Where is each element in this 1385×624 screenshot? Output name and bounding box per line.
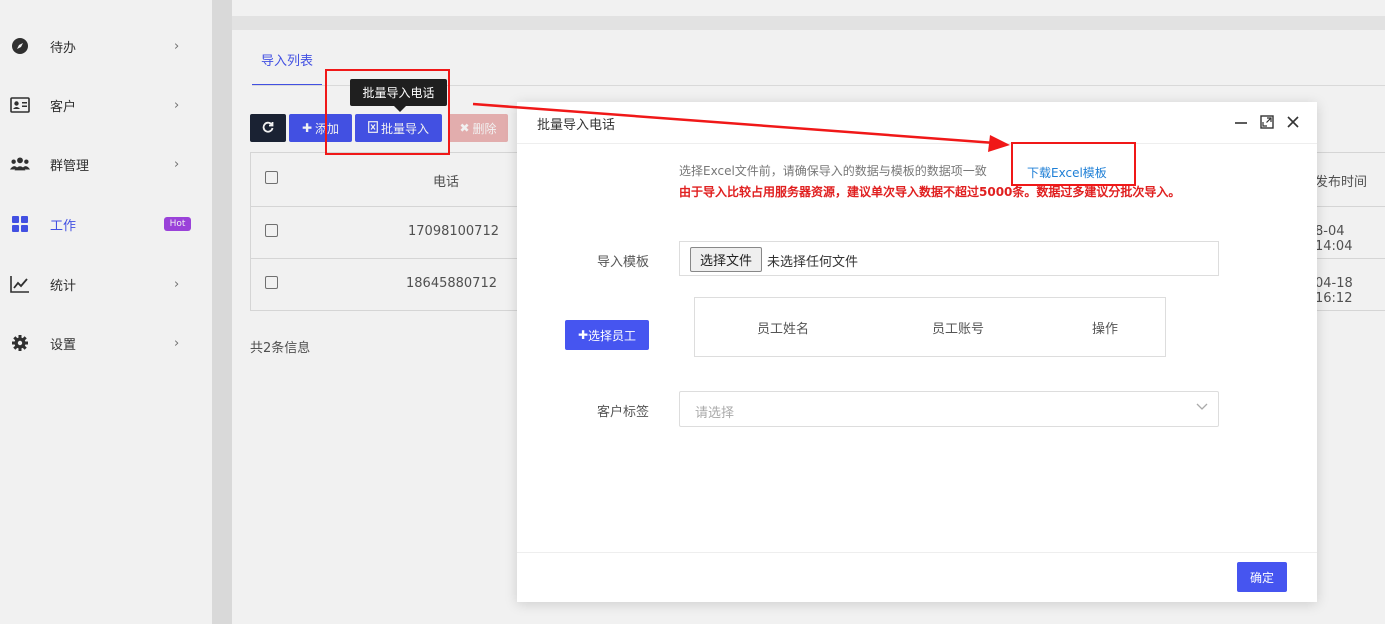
column-header-staff-name: 员工姓名 <box>757 322 810 337</box>
choose-file-button[interactable]: 选择文件 <box>690 247 762 272</box>
column-header-staff-account: 员工账号 <box>932 322 985 337</box>
batch-import-modal: 批量导入电话 选择Excel文件前，请确保导入的数据与模板的数据项一致 下载Ex… <box>517 102 1317 602</box>
select-placeholder: 请选择 <box>695 406 735 421</box>
file-input[interactable]: 选择文件 未选择任何文件 <box>679 241 1219 276</box>
column-header-action: 操作 <box>1092 322 1119 337</box>
maximize-icon[interactable] <box>1257 112 1277 132</box>
modal-header: 批量导入电话 <box>517 102 1317 144</box>
customer-tag-select[interactable]: 请选择 <box>679 391 1219 427</box>
staff-table: 员工姓名 员工账号 操作 <box>694 297 1166 357</box>
import-notice: 选择Excel文件前，请确保导入的数据与模板的数据项一致 <box>679 164 987 178</box>
plus-icon: ✚ <box>577 328 589 342</box>
select-staff-label: 选择员工 <box>588 328 637 343</box>
modal-footer-divider <box>517 552 1317 553</box>
select-staff-button[interactable]: ✚ 选择员工 <box>565 320 649 350</box>
file-status: 未选择任何文件 <box>767 255 859 270</box>
minimize-icon[interactable] <box>1231 112 1251 132</box>
modal-title: 批量导入电话 <box>537 118 616 133</box>
close-icon[interactable] <box>1283 112 1303 132</box>
annotation-box-import <box>325 69 450 155</box>
template-label: 导入模板 <box>597 255 650 270</box>
annotation-box-download <box>1011 142 1136 186</box>
chevron-down-icon <box>1196 400 1208 415</box>
confirm-button[interactable]: 确定 <box>1237 562 1287 592</box>
customer-tag-label: 客户标签 <box>597 405 650 420</box>
